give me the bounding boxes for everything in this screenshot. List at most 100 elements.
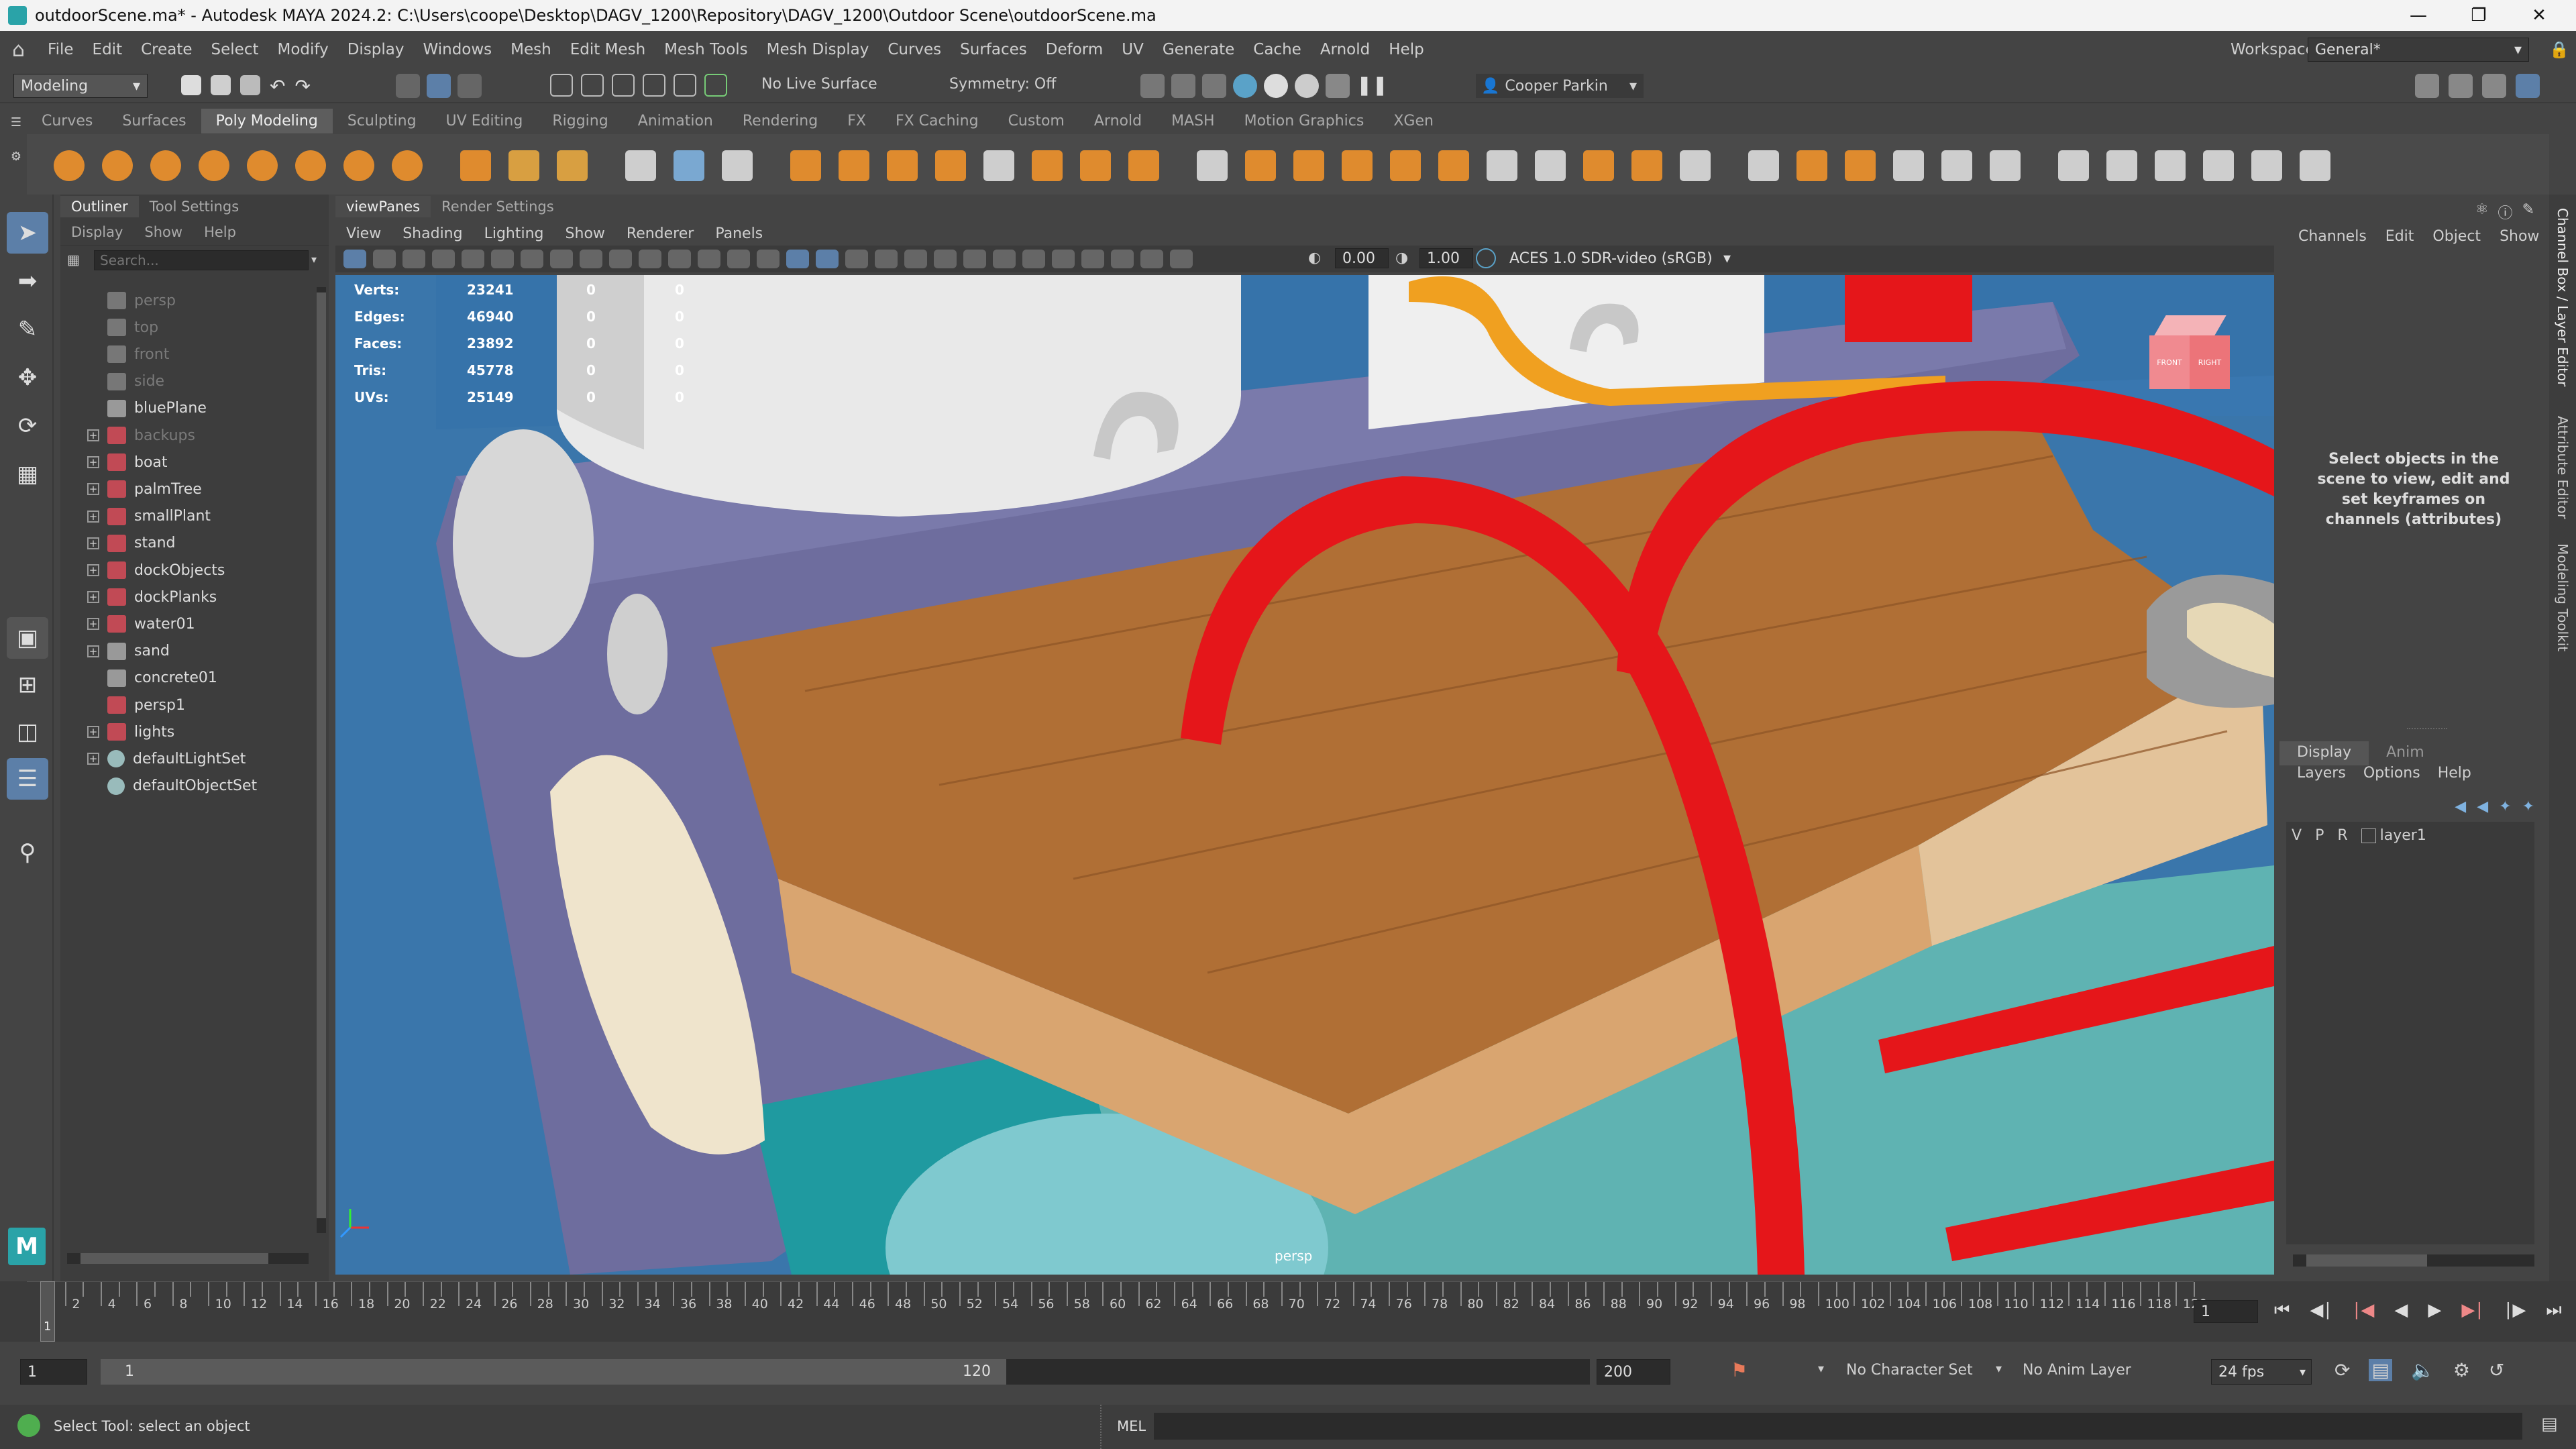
platonic-icon[interactable] bbox=[392, 150, 423, 181]
step-forward-key-icon[interactable]: ∣▶ bbox=[2504, 1300, 2526, 1321]
new-empty-layer-icon[interactable]: ✦ bbox=[2499, 798, 2511, 815]
mode-dropdown[interactable]: Modeling ▾ bbox=[13, 74, 148, 98]
workspace-dropdown[interactable]: General* ▾ bbox=[2308, 38, 2529, 62]
shelf-tab-poly-modeling[interactable]: Poly Modeling bbox=[201, 108, 333, 133]
minimize-button[interactable]: — bbox=[2388, 0, 2449, 31]
smooth-icon[interactable] bbox=[790, 150, 821, 181]
toggle-pivot-icon[interactable] bbox=[2155, 150, 2186, 181]
animation-end-field[interactable]: 200 bbox=[1597, 1359, 1670, 1385]
menu-generate[interactable]: Generate bbox=[1163, 41, 1234, 58]
undo-icon[interactable]: ↶ bbox=[270, 75, 285, 97]
cached-playback-icon[interactable]: ▤ bbox=[2369, 1359, 2392, 1381]
shelf-tab-rendering[interactable]: Rendering bbox=[728, 109, 833, 133]
layer-menu-help[interactable]: Help bbox=[2438, 765, 2471, 782]
command-line-input[interactable] bbox=[1154, 1413, 2522, 1440]
smooth-shade-icon[interactable] bbox=[786, 250, 809, 268]
wireframe-icon[interactable] bbox=[757, 250, 780, 268]
soft-select-icon[interactable] bbox=[1583, 150, 1614, 181]
layer-name[interactable]: layer1 bbox=[2361, 827, 2426, 844]
expand-icon[interactable]: + bbox=[87, 510, 99, 523]
play-backwards-icon[interactable]: ◀ bbox=[2394, 1300, 2408, 1321]
plane-icon[interactable] bbox=[295, 150, 326, 181]
user-login[interactable]: 👤 Cooper Parkin ▾ bbox=[1476, 74, 1644, 98]
viewport-menu-lighting[interactable]: Lighting bbox=[484, 225, 544, 242]
outliner-item-blueplane[interactable]: bluePlane bbox=[60, 395, 207, 422]
menu-uv[interactable]: UV bbox=[1122, 41, 1144, 58]
outliner-item-boat[interactable]: + boat bbox=[60, 449, 168, 476]
viewcube-right-face[interactable]: RIGHT bbox=[2190, 335, 2230, 389]
viewcube[interactable]: FRONT RIGHT bbox=[2147, 315, 2234, 396]
redo-icon[interactable]: ↷ bbox=[294, 75, 310, 97]
shelf-settings-icon[interactable]: ⚙ bbox=[11, 150, 21, 164]
outliner-item-concrete01[interactable]: concrete01 bbox=[60, 665, 217, 692]
toggle-attribute-editor-icon[interactable] bbox=[2449, 74, 2473, 98]
render-settings-icon[interactable] bbox=[1233, 74, 1257, 98]
go-to-end-icon[interactable]: ⏭ bbox=[2546, 1300, 2561, 1321]
menu-arnold[interactable]: Arnold bbox=[1320, 41, 1370, 58]
target-weld-icon[interactable] bbox=[1293, 150, 1324, 181]
xray-joints-icon[interactable] bbox=[1111, 250, 1134, 268]
xray-components-icon[interactable] bbox=[1140, 250, 1163, 268]
uv-editor-icon[interactable] bbox=[1680, 150, 1711, 181]
channel-box-menu-show[interactable]: Show bbox=[2500, 228, 2539, 245]
channel-edit-icon[interactable]: ✎ bbox=[2522, 201, 2534, 223]
shelf-tab-fx[interactable]: FX bbox=[833, 109, 881, 133]
expand-icon[interactable]: + bbox=[87, 618, 99, 631]
offset-edge-loop-icon[interactable] bbox=[1438, 150, 1469, 181]
outliner-item-stand[interactable]: + stand bbox=[60, 530, 175, 557]
select-by-hierarchy-icon[interactable] bbox=[396, 74, 420, 98]
expand-icon[interactable]: + bbox=[87, 456, 99, 469]
viewport-menu-panels[interactable]: Panels bbox=[715, 225, 763, 242]
xray-icon[interactable] bbox=[1081, 250, 1104, 268]
save-scene-icon[interactable] bbox=[240, 75, 260, 95]
outliner-item-water01[interactable]: + water01 bbox=[60, 610, 195, 637]
expand-icon[interactable]: + bbox=[87, 726, 99, 739]
isolate-select-icon[interactable] bbox=[1052, 250, 1075, 268]
type-icon[interactable] bbox=[508, 150, 539, 181]
gamma-field[interactable]: 1.00 bbox=[1419, 248, 1473, 268]
bookmarks-icon[interactable] bbox=[432, 250, 455, 268]
expand-icon[interactable]: + bbox=[87, 537, 99, 549]
shelf-tab-fx-caching[interactable]: FX Caching bbox=[881, 109, 994, 133]
layer-playback-toggle[interactable]: P bbox=[2315, 827, 2324, 844]
lock-camera-icon[interactable] bbox=[373, 250, 396, 268]
menu-mesh[interactable]: Mesh bbox=[511, 41, 551, 58]
move-tool-icon[interactable]: ✥ bbox=[7, 357, 48, 398]
close-button[interactable]: ✕ bbox=[2509, 0, 2569, 31]
depth-of-field-icon[interactable] bbox=[1022, 250, 1045, 268]
channel-box-menu-edit[interactable]: Edit bbox=[2385, 228, 2414, 245]
select-camera-icon[interactable] bbox=[343, 250, 366, 268]
animation-start-field[interactable]: 1 bbox=[20, 1359, 87, 1385]
viewcube-top-face[interactable] bbox=[2154, 315, 2226, 335]
layer-color-swatch-icon[interactable] bbox=[2361, 828, 2376, 843]
cone-icon[interactable] bbox=[199, 150, 229, 181]
layer-visibility-toggle[interactable]: V bbox=[2292, 827, 2302, 844]
time-slider[interactable]: 2 4 6 8 10 12 14 16 18 20 22 24 26 28 30 32 34 36 38 40 42 44… bbox=[0, 1281, 2576, 1342]
move-layer-up-icon[interactable]: ◀ bbox=[2455, 798, 2466, 815]
menu-help[interactable]: Help bbox=[1389, 41, 1424, 58]
outliner-item-side[interactable]: side bbox=[60, 368, 164, 395]
paint-select-tool-icon[interactable]: ✎ bbox=[7, 309, 48, 350]
quad-draw-icon[interactable] bbox=[2203, 150, 2234, 181]
menu-surfaces[interactable]: Surfaces bbox=[960, 41, 1027, 58]
2d-pan-zoom-icon[interactable] bbox=[491, 250, 514, 268]
arnold-render-icon[interactable] bbox=[1295, 74, 1319, 98]
layer-tab-anim[interactable]: Anim bbox=[2369, 741, 2442, 765]
lock-icon[interactable]: 🔒 bbox=[2549, 40, 2569, 59]
rotate-tool-icon[interactable]: ⟳ bbox=[7, 405, 48, 447]
color-management-icon[interactable] bbox=[1476, 248, 1496, 268]
snap-view-plane-icon[interactable] bbox=[643, 74, 665, 97]
use-all-lights-icon[interactable] bbox=[875, 250, 898, 268]
fps-dropdown[interactable]: 24 fps ▾ bbox=[2211, 1359, 2312, 1385]
current-time-indicator[interactable]: 1 bbox=[40, 1281, 55, 1342]
pause-icon[interactable]: ❚❚ bbox=[1356, 74, 1388, 98]
script-language-label[interactable]: MEL bbox=[1117, 1418, 1146, 1434]
snap-curve-icon[interactable] bbox=[581, 74, 604, 97]
sphere-icon[interactable] bbox=[54, 150, 85, 181]
layer-row[interactable]: V P R layer1 bbox=[2286, 822, 2534, 849]
outliner-item-persp[interactable]: persp bbox=[60, 287, 176, 314]
colorspace-dropdown[interactable]: ACES 1.0 SDR-video (sRGB) ▾ bbox=[1503, 248, 1737, 268]
menu-modify[interactable]: Modify bbox=[278, 41, 329, 58]
layer-tab-display[interactable]: Display bbox=[2279, 741, 2369, 765]
safe-action-icon[interactable] bbox=[698, 250, 720, 268]
